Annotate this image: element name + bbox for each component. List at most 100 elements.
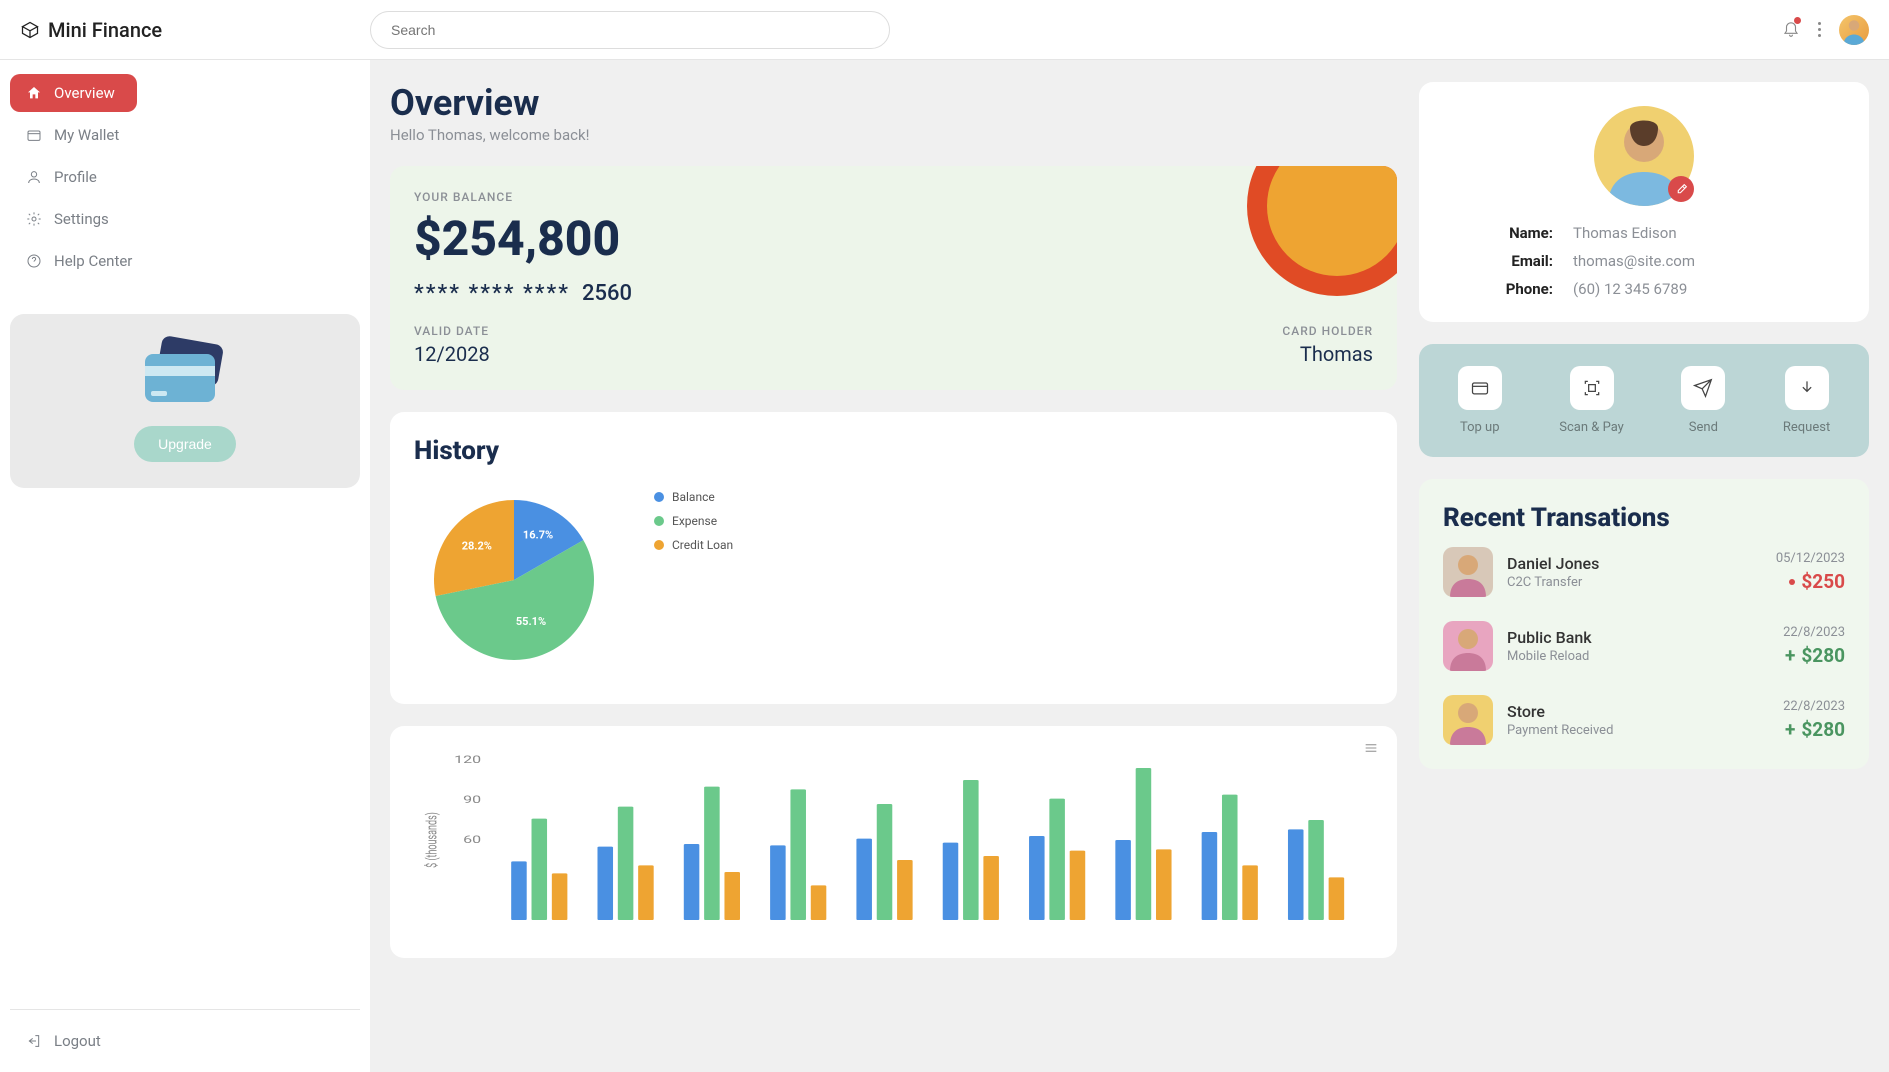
card-last4: 2560 bbox=[582, 281, 632, 306]
profile-name-value: Thomas Edison bbox=[1573, 224, 1677, 242]
transaction-amount: + $280 bbox=[1783, 718, 1845, 741]
profile-email-label: Email: bbox=[1463, 252, 1553, 270]
balance-label: YOUR BALANCE bbox=[414, 190, 1373, 204]
sidebar-item-label: Profile bbox=[54, 168, 97, 186]
sidebar-item-label: Settings bbox=[54, 210, 109, 228]
home-icon bbox=[26, 85, 42, 101]
legend-label: Credit Loan bbox=[672, 538, 733, 552]
bar bbox=[552, 873, 568, 920]
box-icon bbox=[20, 20, 40, 40]
bar bbox=[597, 847, 613, 920]
avatar-icon bbox=[1443, 621, 1493, 671]
credit-card-icon bbox=[145, 340, 225, 410]
transaction-avatar bbox=[1443, 621, 1493, 671]
bar bbox=[532, 819, 548, 920]
transaction-date: 22/8/2023 bbox=[1783, 699, 1845, 714]
bar bbox=[1329, 877, 1345, 920]
bar-chart-card: 6090120$ (thousands) bbox=[390, 726, 1397, 958]
bar bbox=[704, 787, 720, 920]
card-holder-label: CARD HOLDER bbox=[1282, 324, 1373, 338]
pie-legend: Balance Expense Credit Loan bbox=[654, 490, 733, 552]
page-title: Overview bbox=[390, 82, 1397, 124]
legend-label: Balance bbox=[672, 490, 715, 504]
card-masked: **** **** **** bbox=[414, 281, 570, 306]
pie-slice-label: 55.1% bbox=[516, 615, 546, 628]
sidebar-item-overview[interactable]: Overview bbox=[10, 74, 137, 112]
y-tick-label: 90 bbox=[463, 795, 481, 806]
sidebar-item-label: Help Center bbox=[54, 252, 132, 270]
transaction-row[interactable]: Store Payment Received 22/8/2023 + $280 bbox=[1443, 695, 1845, 745]
bar bbox=[638, 865, 654, 920]
search-input[interactable] bbox=[370, 11, 890, 49]
logout-button[interactable]: Logout bbox=[10, 1024, 360, 1058]
profile-row-phone: Phone: (60) 12 345 6789 bbox=[1463, 280, 1825, 298]
action-scan[interactable]: Scan & Pay bbox=[1559, 366, 1624, 435]
bar bbox=[1136, 768, 1152, 920]
bar bbox=[1308, 820, 1324, 920]
card-icon bbox=[1470, 378, 1490, 398]
valid-date-label: VALID DATE bbox=[414, 324, 490, 338]
edit-icon bbox=[1675, 183, 1688, 196]
history-title: History bbox=[414, 436, 1373, 466]
transaction-avatar bbox=[1443, 695, 1493, 745]
sidebar-item-wallet[interactable]: My Wallet bbox=[10, 116, 360, 154]
transaction-avatar bbox=[1443, 547, 1493, 597]
sidebar-item-profile[interactable]: Profile bbox=[10, 158, 360, 196]
sidebar-item-help[interactable]: Help Center bbox=[10, 242, 360, 280]
transaction-amount: $250 bbox=[1776, 570, 1845, 593]
history-card: History 16.7%55.1%28.2% BalanceExpenseCr… bbox=[390, 412, 1397, 704]
transaction-name: Store bbox=[1507, 702, 1769, 721]
legend-item[interactable]: Credit Loan bbox=[654, 538, 733, 552]
user-avatar-small[interactable] bbox=[1839, 15, 1869, 45]
transaction-amount: + $280 bbox=[1783, 644, 1845, 667]
legend-label: Expense bbox=[672, 514, 717, 528]
transaction-name: Daniel Jones bbox=[1507, 554, 1762, 573]
avatar-icon bbox=[1839, 15, 1869, 45]
action-send[interactable]: Send bbox=[1681, 366, 1725, 435]
bar bbox=[790, 789, 806, 920]
brand-text: Mini Finance bbox=[48, 18, 162, 42]
action-topup[interactable]: Top up bbox=[1458, 366, 1502, 435]
sidebar-item-label: My Wallet bbox=[54, 126, 119, 144]
y-tick-label: 60 bbox=[463, 835, 481, 846]
legend-item[interactable]: Balance bbox=[654, 490, 733, 504]
sidebar-item-settings[interactable]: Settings bbox=[10, 200, 360, 238]
brand-logo[interactable]: Mini Finance bbox=[20, 18, 360, 42]
notifications-button[interactable] bbox=[1782, 19, 1800, 41]
bar bbox=[1156, 849, 1172, 920]
chart-menu-button[interactable] bbox=[1363, 740, 1379, 760]
search-wrap bbox=[370, 11, 890, 49]
legend-item[interactable]: Expense bbox=[654, 514, 733, 528]
action-request[interactable]: Request bbox=[1783, 366, 1830, 435]
profile-row-name: Name: Thomas Edison bbox=[1463, 224, 1825, 242]
decorative-circles bbox=[1247, 166, 1397, 296]
upgrade-card: Upgrade bbox=[10, 314, 360, 488]
sidebar: Overview My Wallet Profile Settings Help… bbox=[0, 60, 370, 1072]
bar bbox=[684, 844, 700, 920]
hamburger-icon bbox=[1363, 740, 1379, 756]
bar bbox=[1222, 795, 1238, 920]
transaction-row[interactable]: Daniel Jones C2C Transfer 05/12/2023 $25… bbox=[1443, 547, 1845, 597]
balance-amount: $254,800 bbox=[414, 210, 1373, 267]
card-number: **** **** **** 2560 bbox=[414, 281, 1373, 306]
gear-icon bbox=[26, 211, 42, 227]
upgrade-button[interactable]: Upgrade bbox=[134, 426, 236, 462]
help-icon bbox=[26, 253, 42, 269]
logout-label: Logout bbox=[54, 1032, 101, 1050]
transaction-row[interactable]: Public Bank Mobile Reload 22/8/2023 + $2… bbox=[1443, 621, 1845, 671]
bar bbox=[1202, 832, 1218, 920]
bar bbox=[511, 861, 527, 920]
edit-profile-button[interactable] bbox=[1668, 176, 1694, 202]
legend-dot bbox=[654, 516, 664, 526]
profile-card: Name: Thomas Edison Email: thomas@site.c… bbox=[1419, 82, 1869, 322]
bar-chart: 6090120$ (thousands) bbox=[414, 750, 1373, 930]
transaction-name: Public Bank bbox=[1507, 628, 1769, 647]
transaction-desc: C2C Transfer bbox=[1507, 575, 1762, 590]
action-label: Scan & Pay bbox=[1559, 420, 1624, 435]
page-subtitle: Hello Thomas, welcome back! bbox=[390, 126, 1397, 144]
bar bbox=[1029, 836, 1045, 920]
transaction-date: 05/12/2023 bbox=[1776, 551, 1845, 566]
action-label: Request bbox=[1783, 420, 1830, 435]
bar bbox=[1242, 865, 1258, 920]
more-menu-button[interactable] bbox=[1818, 22, 1821, 37]
